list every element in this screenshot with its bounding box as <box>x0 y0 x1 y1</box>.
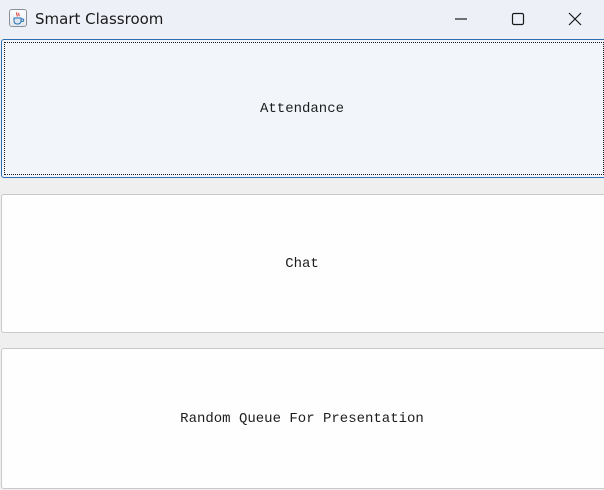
window-title: Smart Classroom <box>35 10 164 28</box>
app-window: Smart Classroom Attendance Chat Random Q… <box>0 0 604 490</box>
random-queue-button-label: Random Queue For Presentation <box>180 410 424 427</box>
attendance-button-label: Attendance <box>259 100 344 117</box>
chat-button[interactable]: Chat <box>1 194 604 333</box>
minimize-icon <box>455 18 467 20</box>
minimize-button[interactable] <box>432 0 490 38</box>
title-bar[interactable]: Smart Classroom <box>0 0 604 38</box>
random-queue-button[interactable]: Random Queue For Presentation <box>1 348 604 489</box>
close-icon <box>568 12 582 26</box>
maximize-button[interactable] <box>489 0 547 38</box>
close-button[interactable] <box>546 0 604 38</box>
maximize-icon <box>511 12 525 26</box>
attendance-button[interactable]: Attendance <box>1 39 604 178</box>
java-cup-icon <box>9 9 27 27</box>
chat-button-label: Chat <box>285 255 319 272</box>
